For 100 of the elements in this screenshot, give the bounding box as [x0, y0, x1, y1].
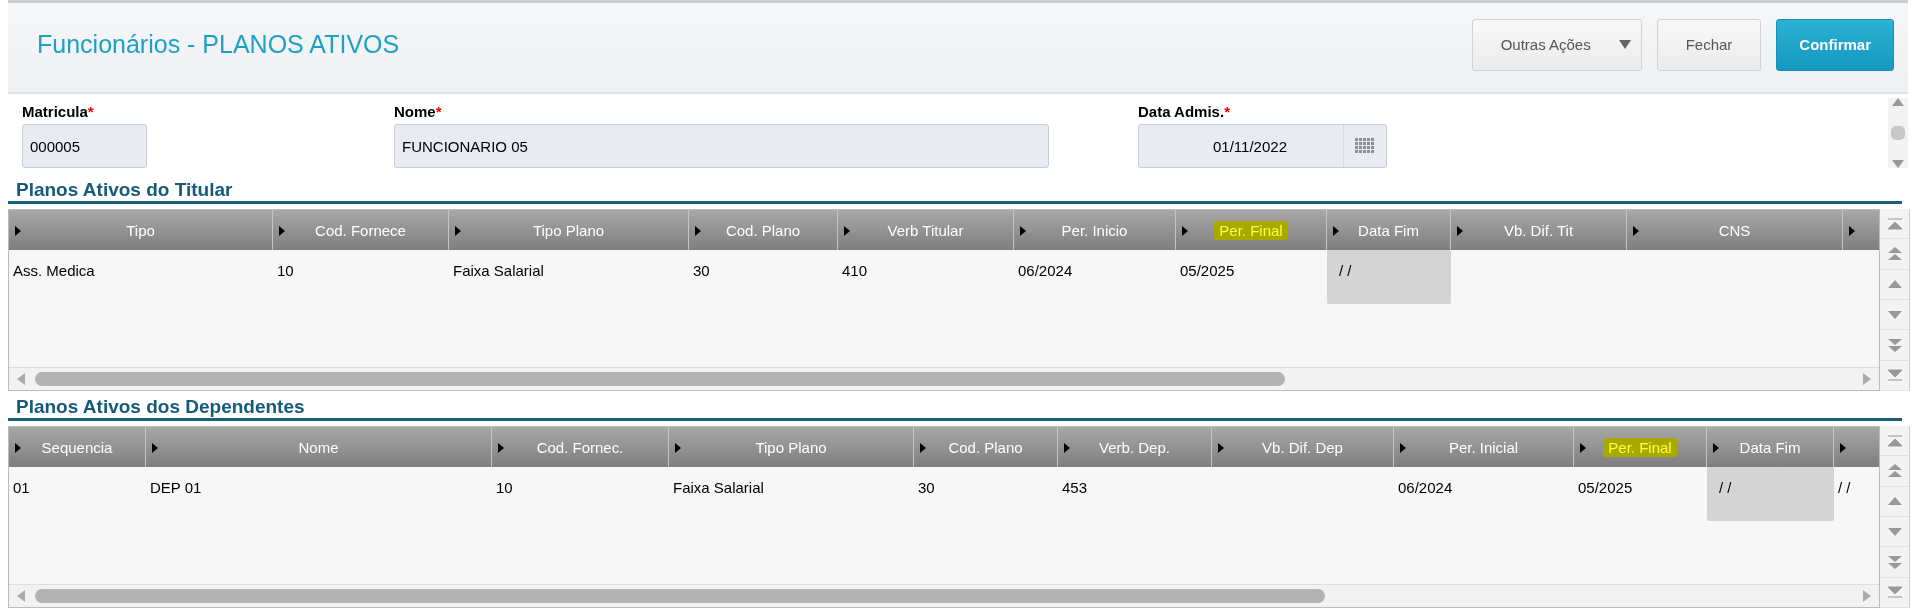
arrow-down-icon[interactable] [1892, 160, 1904, 168]
arrow-up-icon [1887, 434, 1902, 447]
column-label: Vb. Dif. Dep [1261, 437, 1344, 457]
action-button[interactable]: Confirmar [1776, 18, 1894, 71]
column-header[interactable]: Tipo Plano [449, 210, 689, 250]
caret-icon [675, 443, 681, 453]
caret-icon [920, 443, 926, 453]
field-label: Data Admis.* [1138, 103, 1231, 121]
arrow-up-icon [1887, 497, 1902, 506]
arrow-up-icon [1887, 217, 1902, 230]
caret-icon [1840, 443, 1846, 453]
table-cell: / / [1327, 250, 1451, 304]
action-button[interactable]: Outras Ações [1471, 18, 1642, 71]
caret-icon [844, 226, 850, 236]
column-header[interactable]: Nome [146, 427, 492, 467]
arrow-right-icon[interactable] [1863, 373, 1871, 385]
table-cell-text: 10 [495, 478, 514, 498]
window-title: Funcionários - PLANOS ATIVOS [36, 30, 400, 59]
caret-icon [455, 226, 461, 236]
caret-icon [1333, 226, 1339, 236]
caret-icon [1457, 226, 1463, 236]
arrow-left-icon[interactable] [17, 373, 25, 385]
caret-icon [1020, 226, 1026, 236]
arrow-left-icon[interactable] [17, 590, 25, 602]
caret-icon [1580, 443, 1586, 453]
input-field[interactable]: 000005 [22, 124, 147, 168]
column-header[interactable]: Cod. Fornec. [492, 427, 669, 467]
column-label: Verb. Dep. [1098, 437, 1171, 457]
scroll-thumb[interactable] [1891, 126, 1905, 140]
column-label: Cod. Plano [724, 220, 802, 240]
scroll-thumb[interactable] [35, 589, 1325, 603]
column-label: CNS [1717, 220, 1752, 240]
table-cell-text: 453 [1061, 478, 1089, 498]
arrow-up-icon[interactable] [1892, 98, 1904, 106]
column-label: Tipo [125, 220, 156, 240]
caret-icon [152, 443, 158, 453]
arrow-down-icon [1887, 554, 1902, 569]
column-label: Per. Final [1603, 437, 1677, 457]
scroll-thumb[interactable] [35, 372, 1285, 386]
arrow-right-icon[interactable] [1863, 590, 1871, 602]
table-cell-text: 10 [276, 261, 295, 281]
column-label: Per. Final [1214, 220, 1288, 240]
scrollbar[interactable] [1888, 98, 1908, 168]
caret-icon [15, 226, 21, 236]
arrow-down-icon [1887, 527, 1902, 536]
column-header[interactable]: Cod. Plano [914, 427, 1058, 467]
column-header[interactable]: Per. Final [1176, 210, 1327, 250]
section-title: Planos Ativos dos Dependentes [8, 393, 1902, 421]
caret-icon [1633, 226, 1639, 236]
column-header[interactable]: Per. Inicio [1014, 210, 1176, 250]
caret-icon [1618, 40, 1631, 49]
column-label: Data Fim [1738, 437, 1802, 457]
table-cell-text: Faixa Salarial [672, 478, 765, 498]
column-label: Vb. Dif. Tit [1502, 220, 1575, 240]
column-label: Cod. Plano [947, 437, 1024, 457]
arrow-up-icon [1887, 464, 1902, 478]
table-cell-text: 01 [12, 478, 31, 498]
column-header[interactable]: Verb. Dep. [1058, 427, 1212, 467]
table-cell-text: DEP 01 [149, 478, 203, 498]
column-header[interactable]: Cod. Plano [689, 210, 838, 250]
caret-icon [15, 443, 21, 453]
table-cell-text: 05/2025 [1577, 478, 1634, 498]
column-header[interactable]: Vb. Dif. Dep [1212, 427, 1394, 467]
column-header[interactable]: Vb. Dif. Tit [1451, 210, 1627, 250]
arrow-up-icon [1887, 247, 1902, 261]
column-header[interactable]: Per. Inicial [1394, 427, 1574, 467]
column-label: Tipo Plano [531, 220, 606, 240]
caret-icon [1064, 443, 1070, 453]
table-cell-text: Ass. Medica [12, 261, 96, 281]
arrow-up-icon [1887, 280, 1902, 289]
scrollbar[interactable] [9, 367, 1879, 390]
calendar-icon [1355, 138, 1375, 154]
column-label: Tipo Plano [754, 437, 828, 457]
table-cell-text: 30 [917, 478, 936, 498]
column-header[interactable]: Verb Titular [838, 210, 1014, 250]
caret-icon [279, 226, 285, 236]
table-cell-text: 410 [841, 261, 869, 281]
scrollbar[interactable] [9, 584, 1879, 607]
action-button[interactable]: Fechar [1656, 18, 1762, 71]
field-label: Matricula* [22, 103, 95, 121]
caret-icon [1849, 226, 1855, 236]
column-header[interactable]: CNS [1627, 210, 1843, 250]
caret-icon [1218, 443, 1224, 453]
column-header[interactable]: Cod. Fornece [273, 210, 449, 250]
caret-icon [1182, 226, 1188, 236]
column-header[interactable]: Tipo [9, 210, 273, 250]
column-header[interactable]: Tipo Plano [669, 427, 914, 467]
column-label: Verb Titular [886, 220, 965, 240]
column-label: Sequencia [40, 437, 114, 457]
column-label: Per. Inicio [1060, 220, 1129, 240]
caret-icon [695, 226, 701, 236]
caret-icon [1400, 443, 1406, 453]
input-field[interactable]: 01/11/2022 [1138, 124, 1387, 168]
column-header[interactable]: Per. Final [1574, 427, 1707, 467]
column-header[interactable]: Sequencia [9, 427, 146, 467]
arrow-down-icon [1887, 337, 1902, 352]
caret-icon [1713, 443, 1719, 453]
input-field[interactable]: FUNCIONARIO 05 [394, 124, 1049, 168]
table-cell-text: 30 [692, 261, 711, 281]
column-label: Cod. Fornece [314, 220, 407, 240]
